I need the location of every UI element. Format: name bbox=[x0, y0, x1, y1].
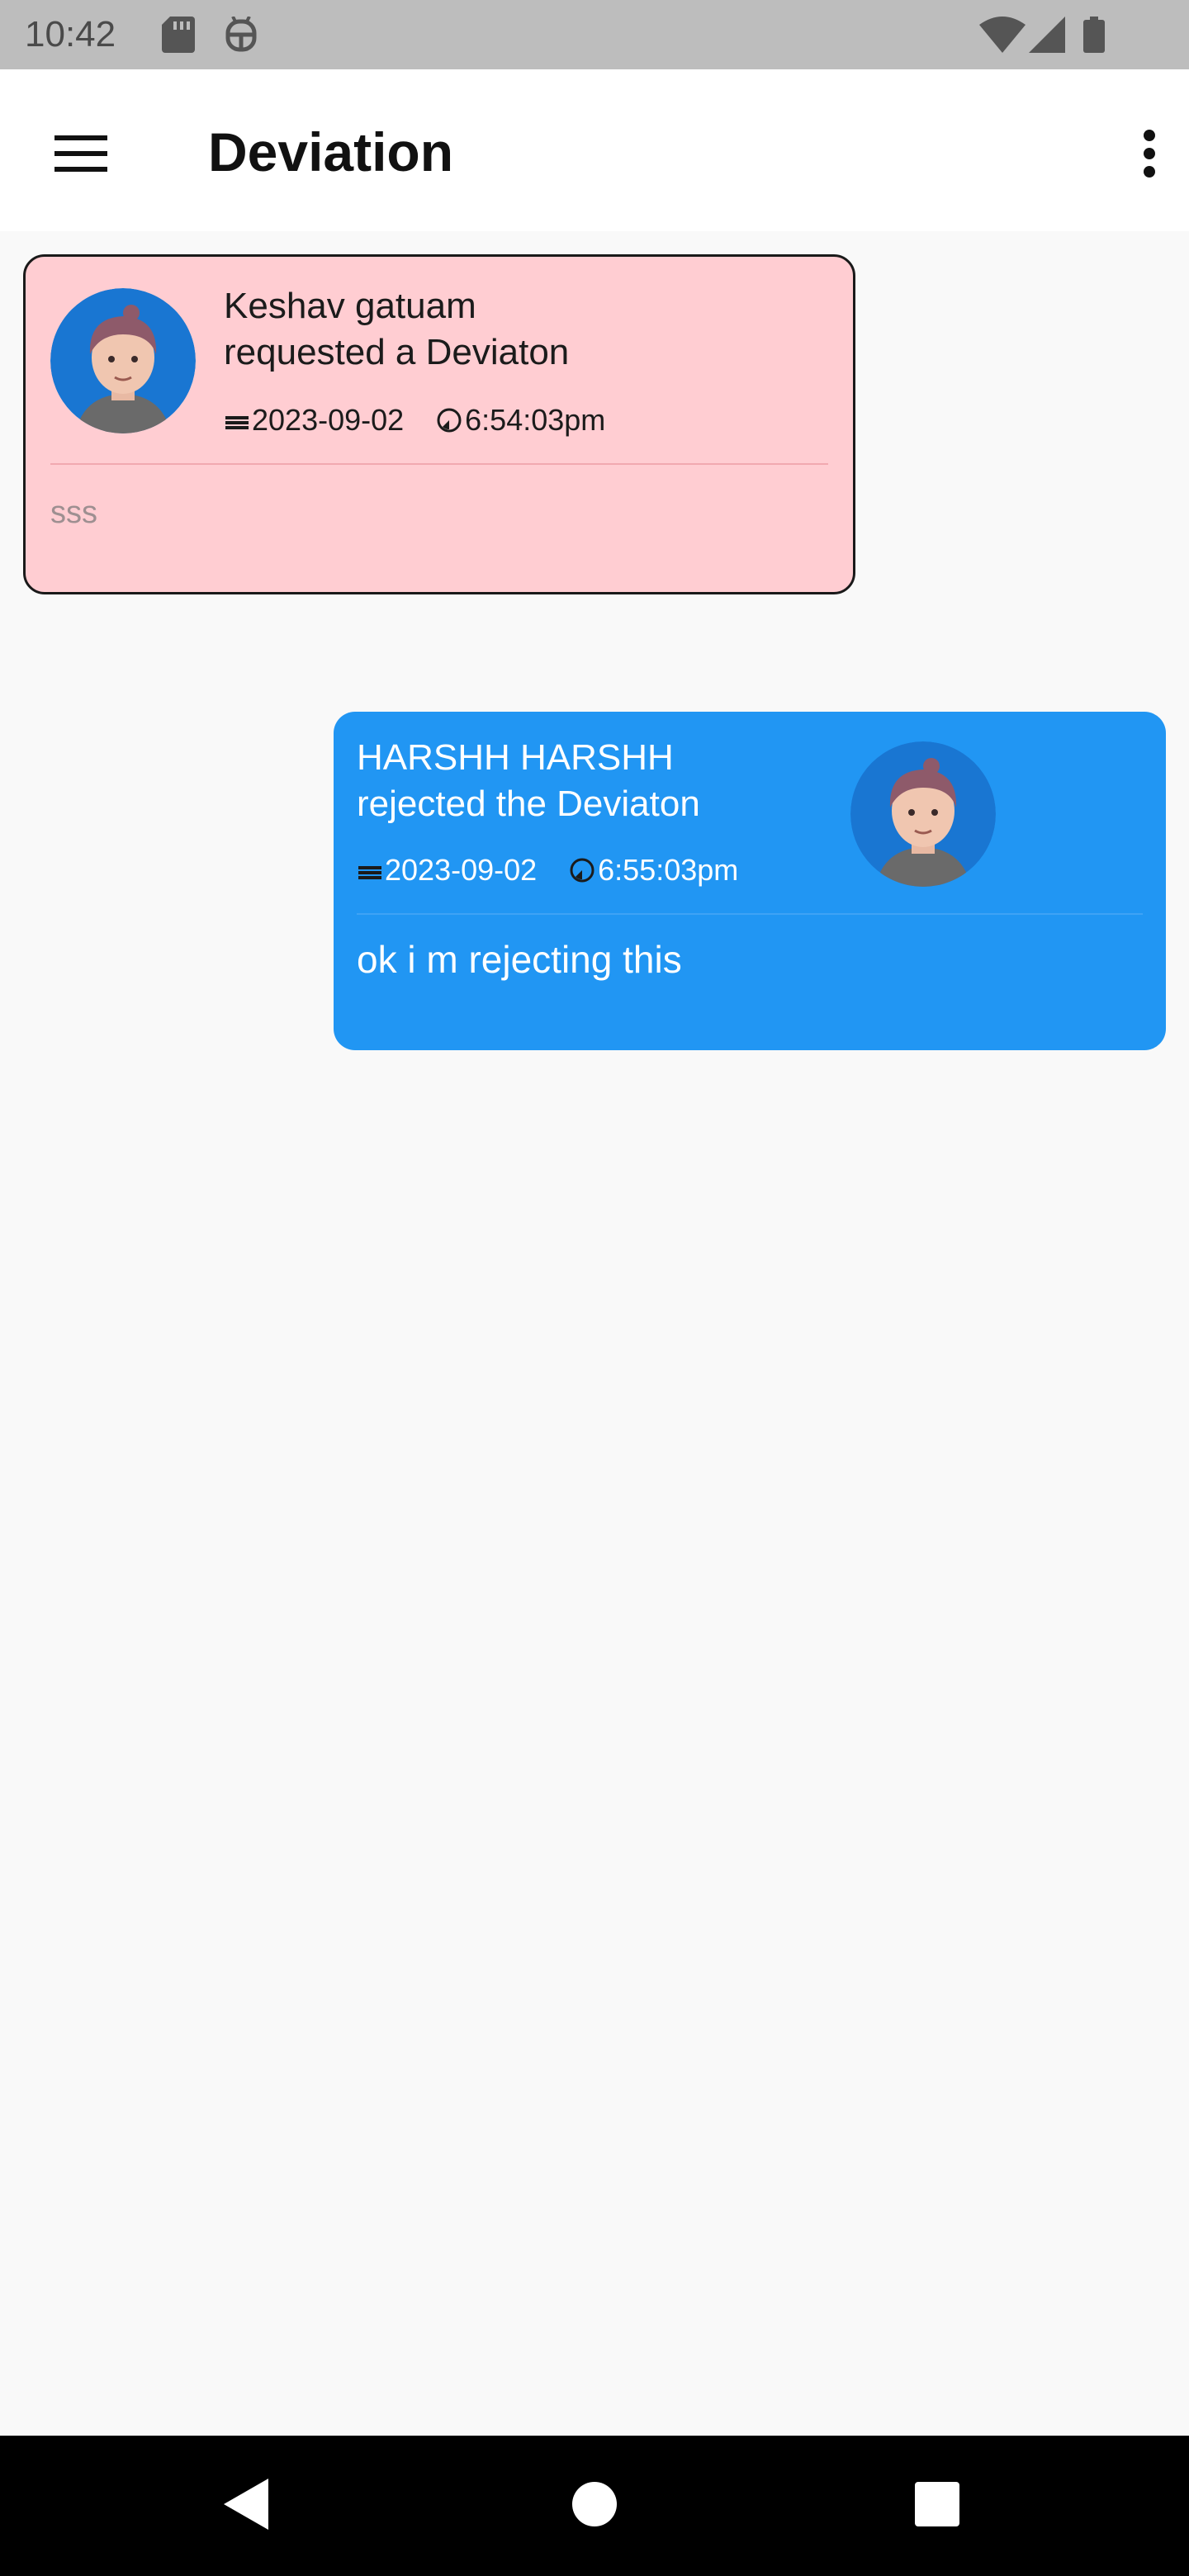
card-divider bbox=[50, 463, 828, 465]
sd-card-icon bbox=[162, 17, 195, 57]
time-item: 6:54:03pm bbox=[435, 402, 605, 438]
status-bar: 10:42 bbox=[0, 0, 1189, 69]
message-date: 2023-09-02 bbox=[385, 853, 538, 887]
signal-icon bbox=[1029, 17, 1065, 57]
message-meta: 2023-09-02 6:54:03pm bbox=[224, 402, 637, 438]
app-bar: Deviation bbox=[0, 69, 1189, 231]
message-text: ok i m rejecting this bbox=[357, 938, 682, 981]
android-debug-icon bbox=[225, 16, 258, 57]
battery-icon bbox=[1083, 17, 1105, 57]
wifi-icon bbox=[979, 17, 1026, 57]
message-time: 6:55:03pm bbox=[598, 853, 739, 887]
avatar bbox=[50, 288, 196, 433]
date-item: 2023-09-02 bbox=[357, 852, 537, 888]
status-time: 10:42 bbox=[25, 14, 116, 54]
system-nav-bar bbox=[0, 2436, 1189, 2576]
recents-button[interactable] bbox=[900, 2469, 974, 2543]
time-item: 6:55:03pm bbox=[568, 852, 738, 888]
action-text: requested a Deviaton bbox=[224, 332, 570, 372]
back-triangle-icon bbox=[224, 2478, 270, 2534]
menu-button[interactable] bbox=[40, 114, 122, 197]
message-date: 2023-09-02 bbox=[252, 403, 405, 437]
date-item: 2023-09-02 bbox=[224, 402, 404, 438]
avatar bbox=[850, 741, 996, 887]
home-circle-icon bbox=[571, 2481, 618, 2531]
calendar-icon bbox=[224, 410, 250, 431]
home-button[interactable] bbox=[557, 2469, 632, 2543]
more-options-button[interactable] bbox=[1116, 114, 1182, 197]
sender-info: Keshav gatuam requested a Deviaton bbox=[224, 283, 569, 376]
message-text: sss bbox=[50, 495, 97, 530]
more-vertical-icon bbox=[1141, 129, 1158, 182]
sender-name: HARSHH HARSHH bbox=[357, 737, 674, 778]
sender-info: HARSHH HARSHH rejected the Deviaton bbox=[357, 735, 700, 827]
back-button[interactable] bbox=[210, 2469, 284, 2543]
message-card-request: Keshav gatuam requested a Deviaton 2023-… bbox=[23, 254, 855, 594]
clock-icon bbox=[568, 856, 596, 884]
message-time: 6:54:03pm bbox=[465, 403, 606, 437]
recents-square-icon bbox=[915, 2481, 959, 2531]
page-title: Deviation bbox=[208, 121, 454, 182]
sender-name: Keshav gatuam bbox=[224, 286, 476, 326]
message-meta: 2023-09-02 6:55:03pm bbox=[357, 852, 770, 888]
hamburger-menu-icon bbox=[54, 134, 107, 178]
message-card-response: HARSHH HARSHH rejected the Deviaton 2023… bbox=[334, 712, 1166, 1050]
action-text: rejected the Deviaton bbox=[357, 784, 700, 824]
calendar-icon bbox=[357, 859, 383, 881]
clock-icon bbox=[435, 406, 463, 434]
card-divider bbox=[357, 913, 1143, 915]
